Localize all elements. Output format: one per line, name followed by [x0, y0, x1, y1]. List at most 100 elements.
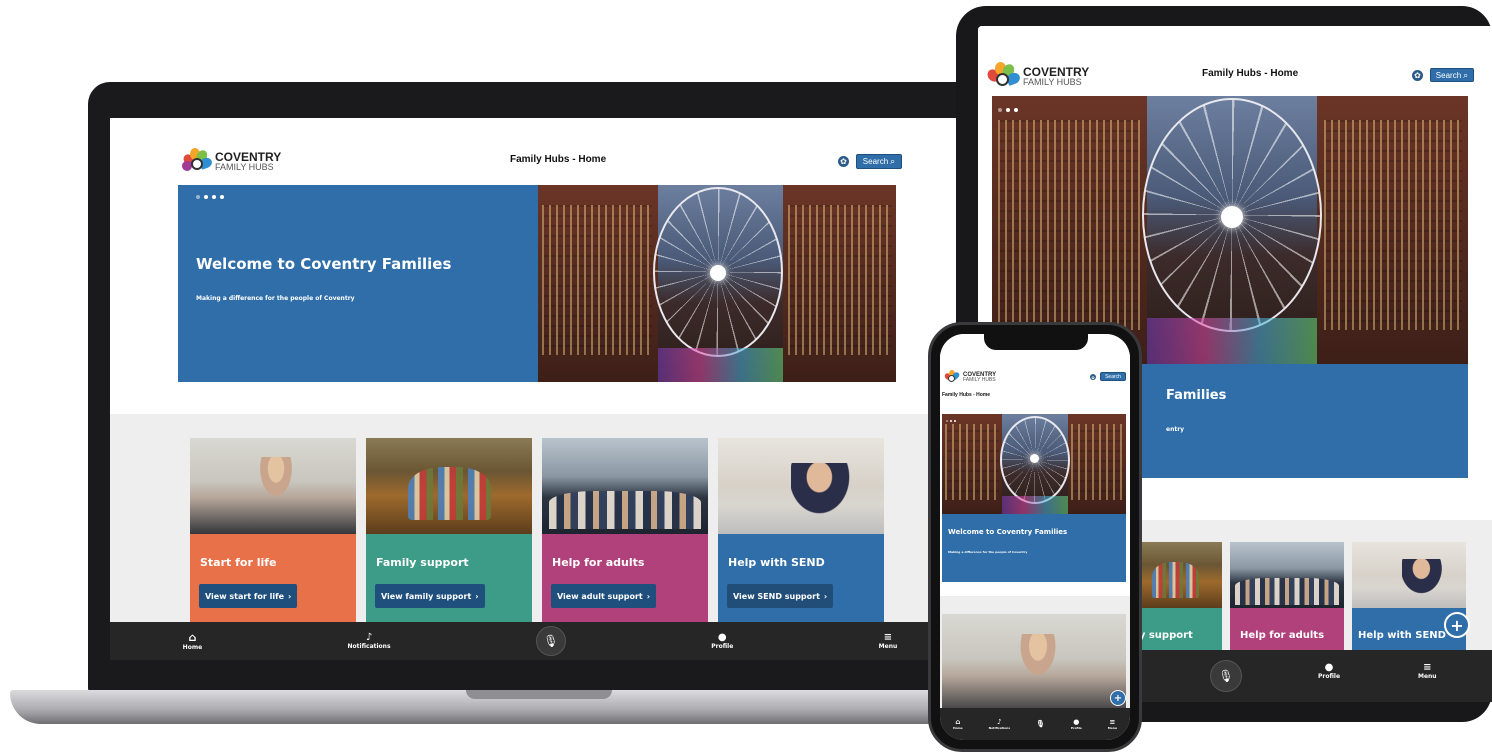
hero-image-ferris-wheel — [942, 414, 1126, 514]
card-help-for-adults[interactable]: Help for adults — [1230, 542, 1344, 654]
home-icon: ⌂ — [188, 631, 197, 644]
card-button-label: View SEND support — [733, 591, 820, 601]
search-magnifier-icon: ⌕ — [890, 156, 896, 166]
home-icon: ⌂ — [955, 718, 961, 726]
plus-icon: + — [1113, 692, 1123, 704]
carousel-dot[interactable] — [204, 195, 208, 199]
hero-banner: Welcome to Coventry Families Making a di… — [178, 185, 538, 382]
logo-text-secondary: FAMILY HUBS — [1023, 76, 1082, 87]
logo[interactable]: COVENTRY FAMILY HUBS — [985, 62, 1089, 90]
carousel-dots[interactable] — [196, 195, 224, 199]
card-help-with-send[interactable]: Help with SEND — [1352, 542, 1466, 654]
search-button-label: Search — [1435, 70, 1462, 80]
microphone-icon: 🎙 — [1218, 669, 1234, 683]
nav-profile[interactable]: ● Profile — [711, 632, 733, 650]
person-icon: ● — [1073, 718, 1080, 726]
card-title: Start for life — [200, 556, 277, 569]
search-button[interactable]: Search — [1100, 372, 1126, 381]
search-button-label: Search — [1105, 373, 1121, 380]
card-button[interactable]: View SEND support › — [727, 584, 834, 608]
nav-profile-label: Profile — [1318, 673, 1341, 680]
card-title: Help for adults — [1240, 630, 1325, 641]
nav-notifications-label: Notifications — [988, 726, 1011, 730]
card-title: Help for adults — [552, 556, 645, 569]
nav-notifications[interactable]: ♪ Notifications — [348, 632, 391, 650]
card-help-for-adults[interactable]: Help for adults View adult support › — [542, 438, 708, 624]
add-button-fab[interactable]: + — [1444, 612, 1470, 638]
page-title: Family Hubs - Home — [942, 392, 991, 398]
phone-screen: COVENTRY FAMILY HUBS ✿ Search Family Hub… — [940, 334, 1130, 740]
nav-menu[interactable]: ≡ Menu — [879, 632, 898, 650]
hero-title: Welcome to Coventry Families — [196, 255, 452, 273]
microphone-button[interactable]: 🎙 — [1036, 720, 1045, 728]
nav-menu-label: Menu — [878, 643, 898, 650]
carousel-dots[interactable] — [946, 420, 956, 422]
card-title: Help with SEND — [728, 556, 825, 569]
hero-image-ferris-wheel — [538, 185, 896, 382]
carousel-dot[interactable] — [1014, 108, 1018, 112]
nav-menu[interactable]: ≡ Menu — [1418, 662, 1437, 680]
carousel-dots[interactable] — [998, 108, 1018, 112]
app-header: COVENTRY FAMILY HUBS Family Hubs - Home … — [110, 118, 970, 184]
person-icon: ● — [1324, 662, 1334, 673]
nav-notifications[interactable]: ♪ Notifications — [989, 718, 1011, 730]
carousel-dot[interactable] — [212, 195, 216, 199]
card-family-support[interactable]: Family support View family support › — [366, 438, 532, 624]
hero-subtitle-fragment: entry — [1166, 426, 1185, 433]
carousel-dot[interactable] — [998, 108, 1002, 112]
logo[interactable]: COVENTRY FAMILY HUBS — [943, 370, 996, 384]
nav-profile[interactable]: ● Profile — [1318, 662, 1340, 680]
card-start-for-life[interactable]: Start for life View start for life › — [190, 438, 356, 624]
settings-gear-icon[interactable]: ✿ — [1090, 374, 1096, 380]
card-family-support[interactable]: ily support — [1128, 542, 1222, 654]
settings-gear-icon[interactable]: ✿ — [1412, 70, 1423, 81]
search-button[interactable]: Search ⌕ — [1430, 68, 1474, 82]
carousel-dot[interactable] — [196, 195, 200, 199]
bell-icon: ♪ — [997, 718, 1002, 726]
card-button-label: View family support — [381, 591, 472, 601]
card-button[interactable]: View start for life › — [199, 584, 298, 608]
laptop-screen: COVENTRY FAMILY HUBS Family Hubs - Home … — [110, 118, 970, 660]
card-image — [1128, 542, 1222, 608]
chevron-right-icon: › — [288, 591, 292, 601]
card-image — [542, 438, 708, 534]
card-image — [942, 614, 1126, 714]
carousel-dot[interactable] — [1006, 108, 1010, 112]
nav-home-label: Home — [952, 726, 963, 730]
card-image — [366, 438, 532, 534]
card-button[interactable]: View adult support › — [551, 584, 657, 608]
microphone-button[interactable]: 🎙 — [1210, 660, 1242, 692]
nav-profile[interactable]: ● Profile — [1071, 718, 1082, 730]
hero-subtitle: Making a difference for the people of Co… — [196, 295, 355, 302]
logo-text-primary: COVENTRY — [215, 149, 282, 164]
search-magnifier-icon: ⌕ — [1463, 69, 1469, 80]
card-button[interactable]: View family support › — [375, 584, 485, 608]
carousel-dot[interactable] — [954, 420, 956, 422]
card-start-for-life[interactable] — [942, 614, 1126, 714]
hamburger-menu-icon: ≡ — [1423, 662, 1432, 673]
settings-gear-icon[interactable]: ✿ — [838, 156, 849, 167]
logo[interactable]: COVENTRY FAMILY HUBS — [181, 148, 282, 174]
search-button[interactable]: Search ⌕ — [856, 154, 902, 169]
laptop-trackpad-notch — [466, 690, 612, 699]
card-button-label: View adult support — [557, 591, 643, 601]
carousel-dot[interactable] — [220, 195, 224, 199]
logo-flower-icon — [985, 62, 1022, 90]
card-image — [190, 438, 356, 534]
nav-home[interactable]: ⌂ Home — [953, 718, 963, 730]
carousel-dot[interactable] — [946, 420, 948, 422]
microphone-button[interactable]: 🎙 — [535, 626, 566, 656]
card-image — [1352, 542, 1466, 608]
page-title: Family Hubs - Home — [1202, 68, 1299, 79]
card-help-with-send[interactable]: Help with SEND View SEND support › — [718, 438, 884, 624]
bottom-nav-bar: ⌂ Home ♪ Notifications 🎙 ● Profile ≡ Men… — [110, 622, 970, 660]
nav-home[interactable]: ⌂ Home — [183, 631, 202, 651]
add-button-fab[interactable]: + — [1110, 690, 1126, 706]
nav-menu[interactable]: ≡ Menu — [1108, 718, 1117, 730]
logo-flower-icon — [943, 370, 961, 384]
carousel-dot[interactable] — [950, 420, 952, 422]
hero-subtitle: Making a difference for the people of Co… — [948, 550, 1028, 554]
bell-icon: ♪ — [365, 632, 373, 643]
card-title: Help with SEND — [1358, 630, 1446, 641]
card-image — [1230, 542, 1344, 608]
